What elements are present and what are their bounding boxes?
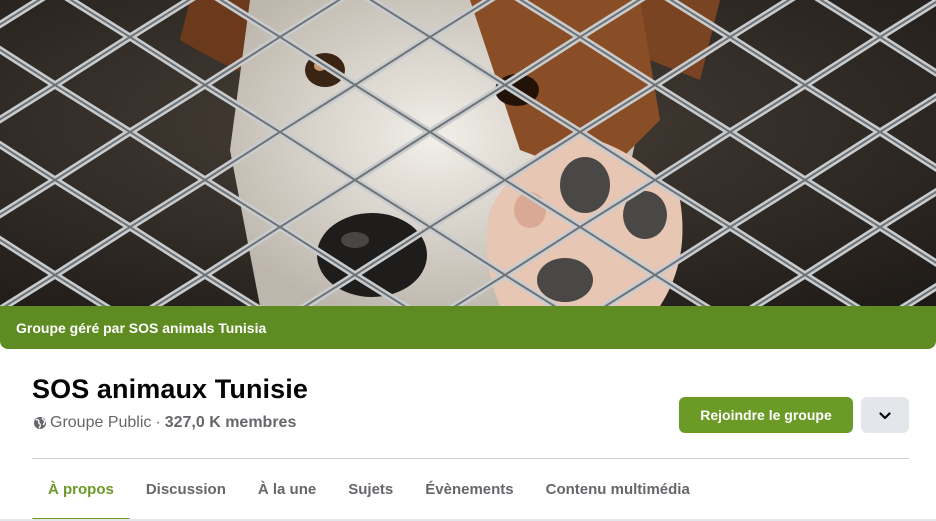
more-options-button[interactable] <box>861 397 909 433</box>
cover-photo[interactable] <box>0 0 936 306</box>
tab-featured[interactable]: À la une <box>242 459 332 519</box>
tab-about[interactable]: À propos <box>32 459 130 521</box>
tab-media[interactable]: Contenu multimédia <box>530 459 706 519</box>
tab-events[interactable]: Évènements <box>409 459 529 519</box>
tab-label: Discussion <box>145 480 226 498</box>
chevron-down-icon <box>879 408 891 423</box>
cover-section: Groupe géré par SOS animals Tunisia <box>0 0 936 349</box>
privacy-label: Groupe Public <box>50 414 152 431</box>
member-count[interactable]: 327,0 K membres <box>165 414 297 432</box>
tab-topics[interactable]: Sujets <box>332 459 409 519</box>
tab-label: Évènements <box>425 480 514 498</box>
group-meta: Groupe Public · 327,0 K membres <box>33 414 296 432</box>
group-tabs: À propos Discussion À la une Sujets Évèn… <box>32 459 706 521</box>
tab-label: À propos <box>48 480 114 498</box>
tab-label: Contenu multimédia <box>545 480 690 498</box>
managed-by-text: Groupe géré par SOS animals Tunisia <box>16 319 267 336</box>
tab-label: Sujets <box>348 480 394 498</box>
tab-label: À la une <box>257 480 317 498</box>
group-title: SOS animaux Tunisie <box>32 374 308 404</box>
meta-separator: · <box>155 414 161 431</box>
managed-by-banner: Groupe géré par SOS animals Tunisia <box>0 306 936 349</box>
tab-discussion[interactable]: Discussion <box>130 459 242 519</box>
join-group-button[interactable]: Rejoindre le groupe <box>679 397 853 433</box>
globe-icon <box>33 416 47 430</box>
